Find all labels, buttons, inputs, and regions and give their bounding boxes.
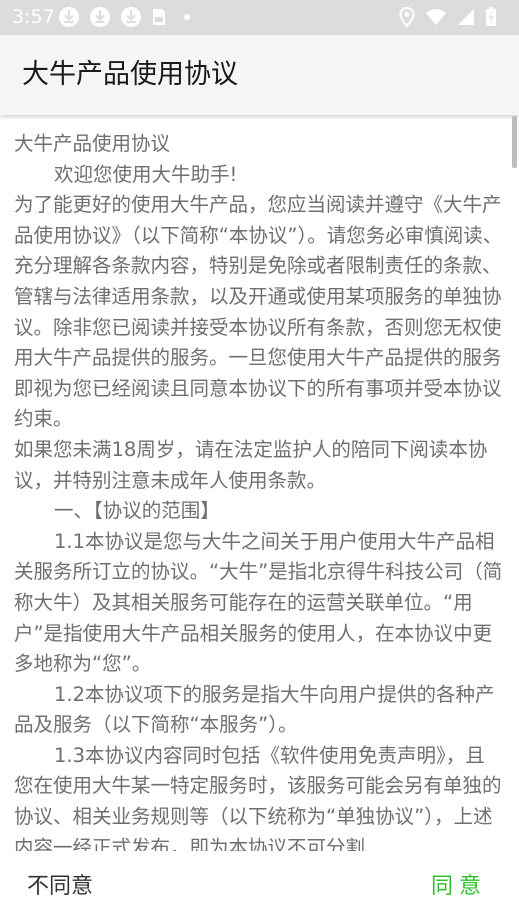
action-bar: 不同意 同意 (0, 851, 519, 923)
agreement-paragraph: 如果您未满18周岁，请在法定监护人的陪同下阅读本协议，并特别注意未成年人使用条款… (14, 437, 488, 492)
signal-icon (458, 9, 474, 25)
dot-icon (184, 14, 190, 20)
agreement-paragraph: 欢迎您使用大牛助手! (54, 162, 238, 186)
notification-icons (58, 6, 191, 28)
location-icon (399, 7, 415, 27)
agreement-text: 大牛产品使用协议 欢迎您使用大牛助手! 为了能更好的使用大牛产品，您应当阅读并遵… (14, 129, 504, 851)
status-bar: 3:57 (0, 0, 519, 35)
agree-button[interactable]: 同意 (431, 871, 487, 903)
agreement-heading: 大牛产品使用协议 (14, 132, 171, 155)
battery-icon (486, 7, 496, 26)
page-title: 大牛产品使用协议 (22, 59, 238, 90)
agreement-paragraph: 1.2本协议项下的服务是指大牛向用户提供的各种产品及服务（以下简称“本服务”）。 (14, 682, 495, 737)
agreement-content[interactable]: 大牛产品使用协议 欢迎您使用大牛助手! 为了能更好的使用大牛产品，您应当阅读并遵… (0, 115, 519, 851)
screen: 3:57 大牛产品使用协议 大牛产品使用协议 欢迎您使用大牛助手! 为了能更好的… (0, 0, 519, 923)
agreement-paragraph: 1.3本协议内容同时包括《软件使用免责声明》，且您在使用大牛某一特定服务时，该服… (14, 743, 502, 851)
disagree-button[interactable]: 不同意 (27, 871, 93, 903)
scrollbar[interactable] (512, 116, 517, 168)
download-icon (121, 7, 141, 27)
download-icon (90, 7, 110, 27)
status-time: 3:57 (12, 6, 55, 28)
download-icon (59, 7, 79, 27)
sim-card-icon (153, 9, 165, 25)
agreement-paragraph: 1.1本协议是您与大牛之间关于用户使用大牛产品相关服务所订立的协议。“大牛”是指… (14, 529, 503, 676)
wifi-icon (426, 9, 446, 25)
agreement-paragraph: 为了能更好的使用大牛产品，您应当阅读并遵守《大牛产品使用协议》（以下简称“本协议… (14, 193, 503, 431)
app-bar: 大牛产品使用协议 (0, 35, 519, 115)
section-heading: 一、【协议的范围】 (54, 499, 220, 523)
system-icons (389, 7, 497, 27)
